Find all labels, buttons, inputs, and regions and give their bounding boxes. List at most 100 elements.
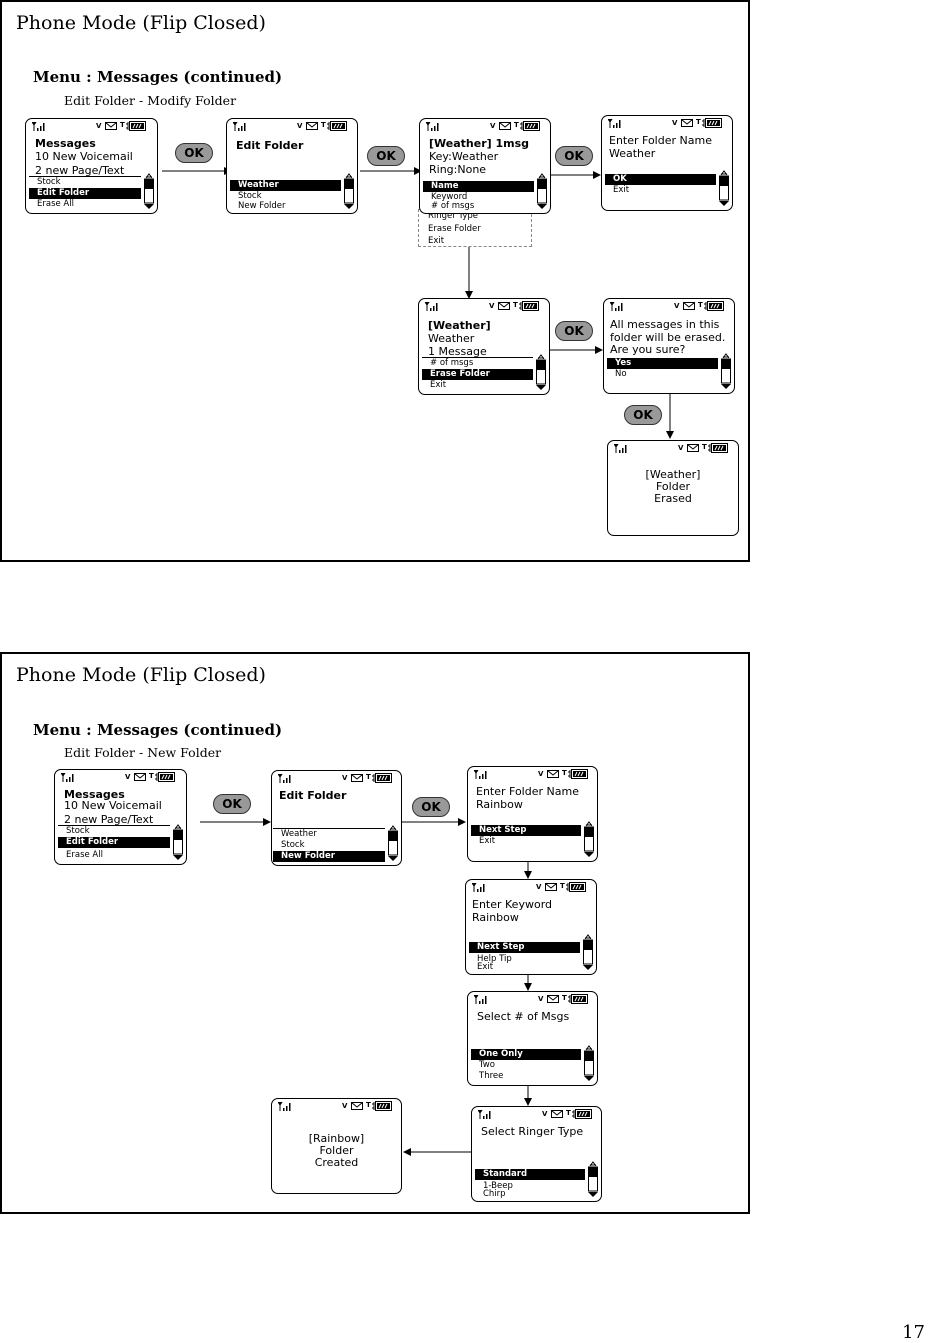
menu-item-selected[interactable]: Weather <box>230 180 341 191</box>
menu-item-selected[interactable]: Next Step <box>471 825 581 836</box>
ok-button[interactable]: OK <box>175 143 213 163</box>
voicemail-indicator: V <box>489 302 495 310</box>
menu-item[interactable]: Exit <box>422 380 533 391</box>
scrollbar[interactable] <box>583 934 593 970</box>
menu-item[interactable]: Stock <box>273 840 385 851</box>
menu-item[interactable]: # of msgs <box>423 202 534 211</box>
voicemail-indicator: V <box>538 770 544 778</box>
screen-line: Enter Folder Name <box>609 134 712 147</box>
battery-icon <box>520 121 540 131</box>
menu-item[interactable]: Exit <box>605 185 716 196</box>
ok-button[interactable]: OK <box>624 405 662 425</box>
scrollbar[interactable] <box>721 353 731 389</box>
menu-item-selected[interactable]: Name <box>423 181 534 192</box>
status-bar: VT <box>55 770 186 784</box>
status-bar: VT <box>466 880 596 894</box>
status-bar: VT <box>472 1107 601 1121</box>
envelope-icon <box>545 883 557 891</box>
battery-icon <box>126 121 146 131</box>
scrollbar[interactable] <box>144 173 154 209</box>
panel-modify-folder: Phone Mode (Flip Closed) Menu : Messages… <box>0 0 750 562</box>
menu-item-selected[interactable]: Erase Folder <box>422 369 533 380</box>
menu-item-selected[interactable]: Standard <box>475 1169 585 1180</box>
ok-button[interactable]: OK <box>213 794 251 814</box>
screen-title: [Weather] <box>428 319 491 332</box>
status-bar: VT <box>272 1099 401 1113</box>
phone-screen-folder-detail: [Weather] 1msg Key:Weather Ring:None Nam… <box>419 118 551 214</box>
menu-item-selected[interactable]: Edit Folder <box>58 837 170 848</box>
ok-button[interactable]: OK <box>412 797 450 817</box>
tty-indicator: T <box>321 121 326 129</box>
signal-strength-icon <box>610 302 623 311</box>
scrollbar[interactable] <box>344 173 354 209</box>
status-bar: VT <box>468 767 597 781</box>
menu-item[interactable]: Erase All <box>29 199 141 210</box>
scrollbar[interactable] <box>719 170 729 206</box>
signal-strength-icon <box>474 995 487 1004</box>
phone-screen-enter-keyword: Enter Keyword Rainbow Next Step Help Tip… <box>465 879 597 975</box>
status-bar: VT <box>608 441 738 455</box>
menu-item[interactable]: Exit <box>469 963 580 972</box>
screen-line: Enter Keyword <box>472 898 553 911</box>
menu-item-selected[interactable]: Edit Folder <box>29 188 141 199</box>
signal-strength-icon <box>278 1102 291 1111</box>
phone-screen-folder-created: [Rainbow] Folder Created VT <box>271 1098 402 1194</box>
ok-button[interactable]: OK <box>555 321 593 341</box>
tty-indicator: T <box>149 772 154 780</box>
scrollbar[interactable] <box>388 825 398 861</box>
screen-line: Rainbow <box>472 911 519 924</box>
screen-title: Edit Folder <box>236 139 304 152</box>
phone-screen-edit-folder: Edit Folder Weather Stock New Folder VT <box>226 118 358 214</box>
menu-item[interactable]: No <box>607 369 718 380</box>
phone-screen-folder-erase: [Weather] Weather 1 Message # of msgs Er… <box>418 298 550 395</box>
envelope-icon <box>499 122 511 130</box>
menu-item-selected[interactable]: OK <box>605 174 716 185</box>
menu-item-selected[interactable]: Next Step <box>469 942 580 953</box>
scrollbar[interactable] <box>584 1045 594 1081</box>
phone-screen-folder-erased: [Weather] Folder Erased VT <box>607 440 739 536</box>
menu-item-selected[interactable]: New Folder <box>273 851 385 862</box>
ok-button[interactable]: OK <box>367 146 405 166</box>
screen-line: Rainbow <box>476 798 523 811</box>
phone-screen-enter-folder-name: Enter Folder Name Weather OK Exit VT <box>601 115 733 211</box>
voicemail-indicator: V <box>96 122 102 130</box>
menu-item[interactable]: Two <box>471 1060 581 1071</box>
voicemail-indicator: V <box>538 995 544 1003</box>
battery-icon <box>519 301 539 311</box>
phone-screen-enter-folder-name: Enter Folder Name Rainbow Next Step Exit… <box>467 766 598 862</box>
envelope-icon <box>551 1110 563 1118</box>
tty-indicator: T <box>566 1109 571 1117</box>
scrollbar[interactable] <box>537 173 547 209</box>
scrollbar[interactable] <box>588 1161 598 1197</box>
envelope-icon <box>498 302 510 310</box>
status-bar: VT <box>468 992 597 1006</box>
menu-item[interactable]: Erase Folder <box>428 223 531 236</box>
menu-item[interactable]: Stock <box>29 177 141 188</box>
menu-item[interactable]: Erase All <box>58 850 170 861</box>
signal-strength-icon <box>478 1110 491 1119</box>
menu-item-selected[interactable]: Yes <box>607 358 718 369</box>
menu-item[interactable]: Weather <box>273 829 385 840</box>
menu-item[interactable]: Exit <box>428 235 531 248</box>
phone-screen-select-ringer: Select Ringer Type Standard 1-Beep Chirp… <box>471 1106 602 1202</box>
menu-item[interactable]: New Folder <box>230 202 341 211</box>
signal-strength-icon <box>614 444 627 453</box>
ok-button[interactable]: OK <box>555 146 593 166</box>
status-bar: VT <box>227 119 357 133</box>
menu-item-selected[interactable]: One Only <box>471 1049 581 1060</box>
battery-icon <box>568 769 588 779</box>
menu-item[interactable]: Three <box>471 1071 581 1082</box>
panel-new-folder: Phone Mode (Flip Closed) Menu : Messages… <box>0 652 750 1214</box>
scrollbar[interactable] <box>173 824 183 860</box>
screen-line: 10 New Voicemail <box>64 799 162 812</box>
battery-icon <box>702 118 722 128</box>
scrollbar[interactable] <box>584 821 594 857</box>
voicemail-indicator: V <box>490 122 496 130</box>
menu-item[interactable]: Exit <box>471 836 581 847</box>
menu-item[interactable]: Chirp <box>475 1190 585 1199</box>
envelope-icon <box>351 1102 363 1110</box>
scrollbar[interactable] <box>536 354 546 390</box>
menu-item[interactable]: Stock <box>58 826 170 837</box>
menu-item[interactable]: # of msgs <box>422 358 533 369</box>
voicemail-indicator: V <box>674 302 680 310</box>
